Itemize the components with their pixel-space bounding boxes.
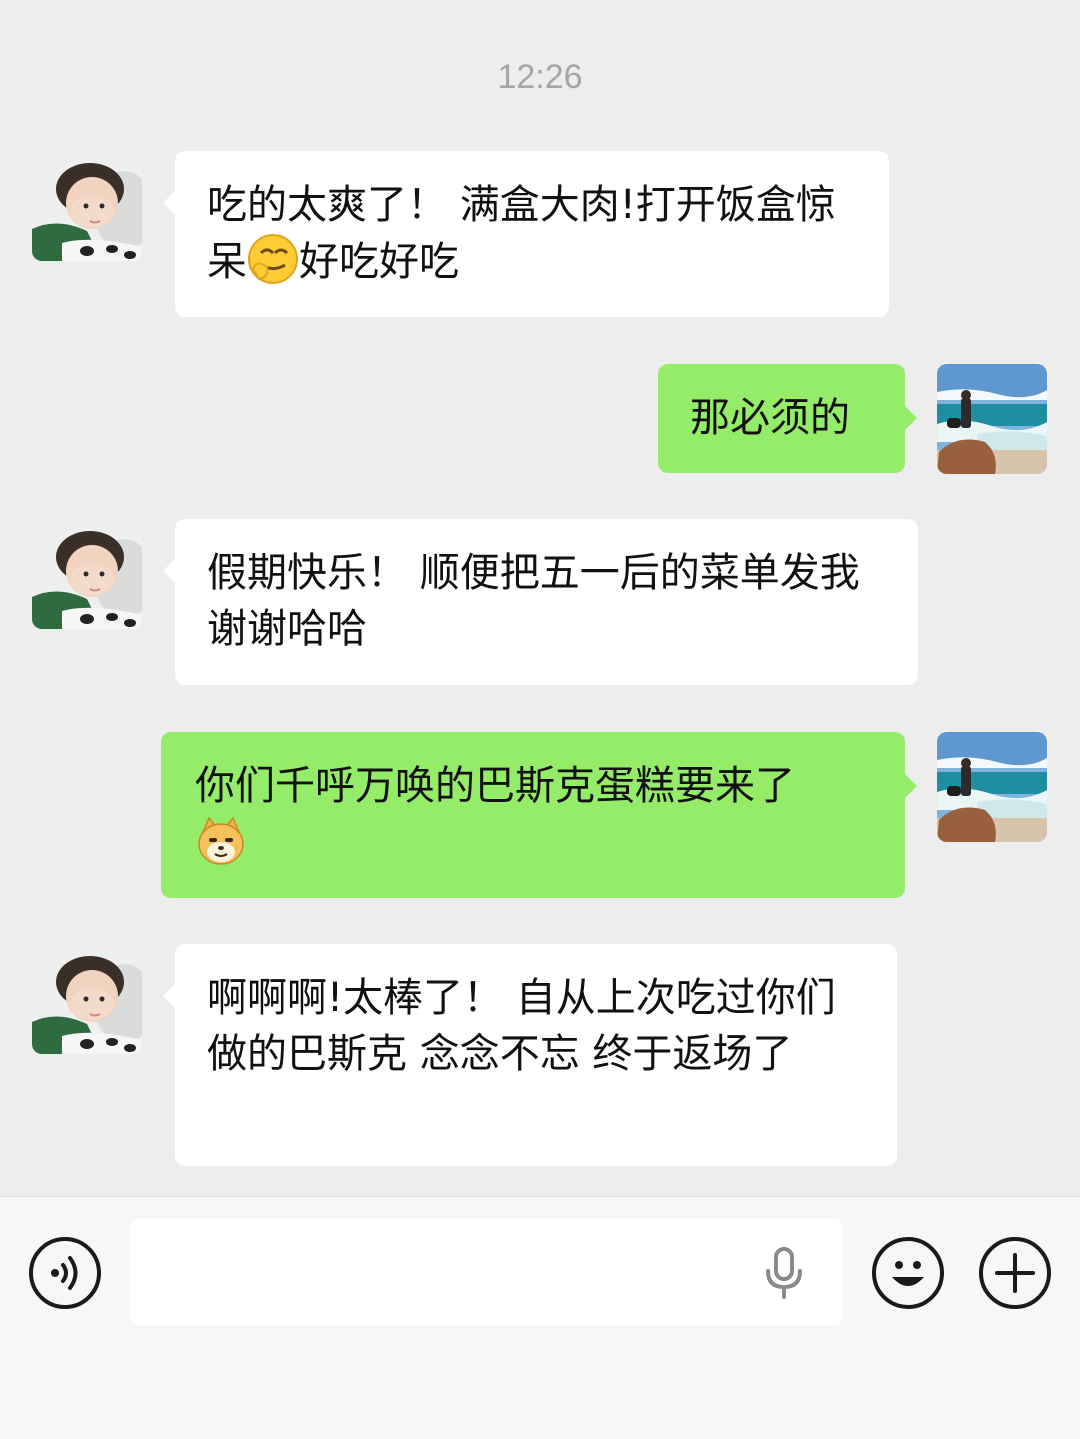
voice-mode-button[interactable] — [29, 1237, 101, 1309]
message-input[interactable] — [130, 1219, 843, 1325]
message-text: 假期快乐！ 顺便把五一后的菜单发我谢谢哈哈 — [207, 550, 860, 652]
emoji-smile-icon — [892, 1261, 924, 1286]
message-timestamp: 12:26 — [497, 58, 583, 96]
message-text: 你们千呼万唤的巴斯克蛋糕要来了 — [195, 763, 795, 809]
microphone-icon[interactable] — [762, 1247, 806, 1299]
message-bubble-incoming[interactable]: 啊啊啊!太棒了！ 自从上次吃过你们做的巴斯克 念念不忘 终于返场了 — [163, 944, 897, 1166]
message-text: 啊啊啊!太棒了！ 自从上次吃过你们做的巴斯克 念念不忘 终于返场了 — [207, 975, 836, 1077]
contact-avatar[interactable] — [32, 151, 142, 261]
message-bubble-outgoing[interactable]: 你们千呼万唤的巴斯克蛋糕要来了 — [161, 732, 917, 898]
plus-icon — [995, 1253, 1035, 1293]
my-avatar[interactable] — [937, 364, 1047, 474]
chat-input-bar — [0, 1196, 1080, 1439]
message-bubble-incoming[interactable]: 吃的太爽了！ 满盒大肉!打开饭盒惊呆 好吃好吃 — [163, 151, 889, 317]
message-text: 好吃好吃 — [299, 239, 459, 285]
message-bubble-incoming[interactable]: 假期快乐！ 顺便把五一后的菜单发我谢谢哈哈 — [163, 519, 918, 685]
smirk-face-emoji-icon — [247, 233, 299, 285]
contact-avatar[interactable] — [32, 519, 142, 629]
message-bubble-outgoing[interactable]: 那必须的 — [658, 364, 917, 473]
emoji-button[interactable] — [872, 1237, 944, 1309]
more-options-button[interactable] — [979, 1237, 1051, 1309]
voice-mode-icon — [51, 1256, 78, 1290]
my-avatar[interactable] — [937, 732, 1047, 842]
doge-emoji-icon — [195, 814, 247, 866]
message-text: 那必须的 — [690, 395, 850, 441]
contact-avatar[interactable] — [32, 944, 142, 1054]
